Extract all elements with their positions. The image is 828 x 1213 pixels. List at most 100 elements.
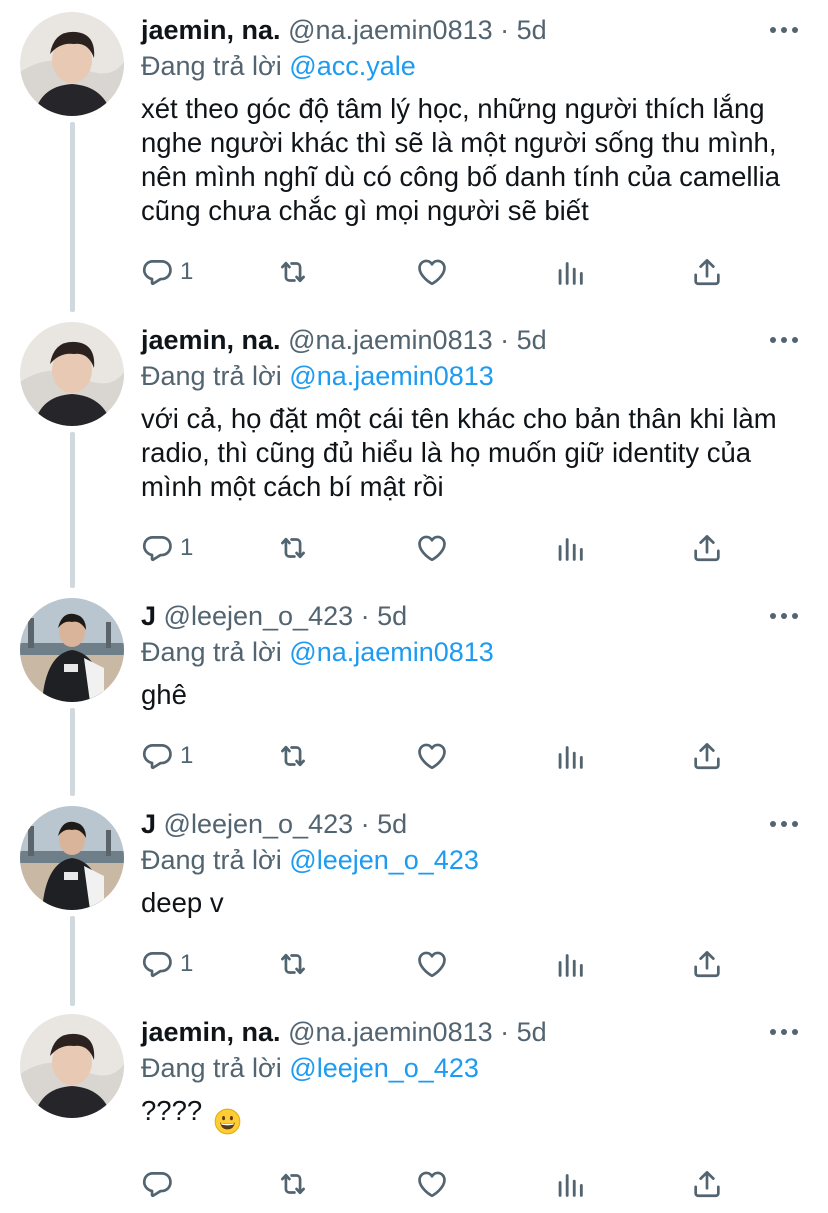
tweet[interactable]: jaemin, na. @na.jaemin0813 · 5d Đang trả…	[0, 322, 828, 584]
replying-to-label: Đang trả lời	[141, 845, 282, 875]
views-button[interactable]	[553, 528, 587, 568]
separator-dot: ·	[500, 15, 510, 45]
analytics-bars-icon	[553, 947, 587, 981]
like-button[interactable]	[415, 736, 449, 776]
retweet-icon	[276, 947, 310, 981]
tweet-actions: 1	[0, 252, 828, 292]
tweet[interactable]: jaemin, na. @na.jaemin0813 · 5d Đang trả…	[0, 12, 828, 308]
tweet-header: jaemin, na. @na.jaemin0813 · 5d	[141, 1014, 748, 1050]
grinning-face-emoji: 😀	[214, 1108, 241, 1135]
retweet-icon	[276, 255, 310, 289]
avatar[interactable]	[20, 598, 124, 702]
tweet-header: J @leejen_o_423 · 5d	[141, 598, 748, 634]
timestamp[interactable]: 5d	[517, 15, 547, 45]
views-button[interactable]	[553, 736, 587, 776]
reply-mention-link[interactable]: @na.jaemin0813	[289, 361, 494, 391]
share-button[interactable]	[690, 1164, 724, 1204]
replying-to-label: Đang trả lời	[141, 361, 282, 391]
views-button[interactable]	[553, 252, 587, 292]
tweet-actions: 1	[0, 736, 828, 776]
reply-button[interactable]	[140, 1164, 180, 1204]
more-dots-icon[interactable]	[770, 12, 798, 48]
handle[interactable]: @na.jaemin0813	[288, 1017, 493, 1047]
like-button[interactable]	[415, 944, 449, 984]
heart-icon	[415, 531, 449, 565]
reply-button[interactable]: 1	[140, 736, 193, 776]
replying-to: Đang trả lời @acc.yale	[141, 48, 416, 84]
views-button[interactable]	[553, 944, 587, 984]
tweet-header: jaemin, na. @na.jaemin0813 · 5d	[141, 322, 748, 358]
retweet-button[interactable]	[276, 944, 310, 984]
handle[interactable]: @leejen_o_423	[164, 601, 354, 631]
handle[interactable]: @na.jaemin0813	[288, 325, 493, 355]
display-name[interactable]: jaemin, na.	[141, 325, 281, 355]
reply-mention-link[interactable]: @leejen_o_423	[289, 845, 479, 875]
reply-mention-link[interactable]: @na.jaemin0813	[289, 637, 494, 667]
display-name[interactable]: jaemin, na.	[141, 1017, 281, 1047]
retweet-button[interactable]	[276, 1164, 310, 1204]
like-button[interactable]	[415, 528, 449, 568]
tweet-actions	[0, 1164, 828, 1204]
tweet-actions: 1	[0, 944, 828, 984]
tweet-actions: 1	[0, 528, 828, 568]
reply-mention-link[interactable]: @acc.yale	[289, 51, 415, 81]
replying-to: Đang trả lời @leejen_o_423	[141, 1050, 479, 1086]
tweet-text: với cả, họ đặt một cái tên khác cho bản …	[141, 403, 777, 502]
more-dots-icon[interactable]	[770, 598, 798, 634]
heart-icon	[415, 739, 449, 773]
share-button[interactable]	[690, 736, 724, 776]
replying-to: Đang trả lời @na.jaemin0813	[141, 358, 494, 394]
reply-count: 1	[180, 742, 194, 769]
reply-button[interactable]: 1	[140, 252, 193, 292]
tweet[interactable]: J @leejen_o_423 · 5d Đang trả lời @na.ja…	[0, 598, 828, 794]
timestamp[interactable]: 5d	[377, 601, 407, 631]
tweet-text-content: ????	[141, 1095, 203, 1126]
tweet-text: xét theo góc độ tâm lý học, những người …	[141, 93, 781, 226]
like-button[interactable]	[415, 252, 449, 292]
tweet[interactable]: jaemin, na. @na.jaemin0813 · 5d Đang trả…	[0, 1014, 828, 1210]
handle[interactable]: @na.jaemin0813	[288, 15, 493, 45]
reply-mention-link[interactable]: @leejen_o_423	[289, 1053, 479, 1083]
replying-to-label: Đang trả lời	[141, 637, 282, 667]
reply-count: 1	[180, 534, 194, 561]
more-dots-icon[interactable]	[770, 322, 798, 358]
like-button[interactable]	[415, 1164, 449, 1204]
reply-button[interactable]: 1	[140, 944, 193, 984]
retweet-button[interactable]	[276, 528, 310, 568]
retweet-button[interactable]	[276, 736, 310, 776]
display-name[interactable]: jaemin, na.	[141, 15, 281, 45]
reply-bubble-icon	[140, 1167, 174, 1201]
tweet-header: jaemin, na. @na.jaemin0813 · 5d	[141, 12, 748, 48]
retweet-button[interactable]	[276, 252, 310, 292]
reply-bubble-icon	[140, 255, 174, 289]
share-button[interactable]	[690, 944, 724, 984]
avatar[interactable]	[20, 12, 124, 116]
avatar[interactable]	[20, 806, 124, 910]
timestamp[interactable]: 5d	[517, 1017, 547, 1047]
share-button[interactable]	[690, 528, 724, 568]
separator-dot: ·	[360, 601, 370, 631]
analytics-bars-icon	[553, 531, 587, 565]
more-dots-icon[interactable]	[770, 806, 798, 842]
share-button[interactable]	[690, 252, 724, 292]
timestamp[interactable]: 5d	[517, 325, 547, 355]
display-name[interactable]: J	[141, 601, 156, 631]
analytics-bars-icon	[553, 255, 587, 289]
avatar[interactable]	[20, 322, 124, 426]
reply-bubble-icon	[140, 531, 174, 565]
replying-to-label: Đang trả lời	[141, 1053, 282, 1083]
handle[interactable]: @leejen_o_423	[164, 809, 354, 839]
reply-bubble-icon	[140, 739, 174, 773]
tweet-text: deep v	[141, 887, 224, 918]
avatar[interactable]	[20, 1014, 124, 1118]
timestamp[interactable]: 5d	[377, 809, 407, 839]
display-name[interactable]: J	[141, 809, 156, 839]
share-upload-icon	[690, 947, 724, 981]
reply-button[interactable]: 1	[140, 528, 193, 568]
share-upload-icon	[690, 531, 724, 565]
tweet[interactable]: J @leejen_o_423 · 5d Đang trả lời @leeje…	[0, 806, 828, 1002]
more-dots-icon[interactable]	[770, 1014, 798, 1050]
reply-bubble-icon	[140, 947, 174, 981]
heart-icon	[415, 255, 449, 289]
views-button[interactable]	[553, 1164, 587, 1204]
